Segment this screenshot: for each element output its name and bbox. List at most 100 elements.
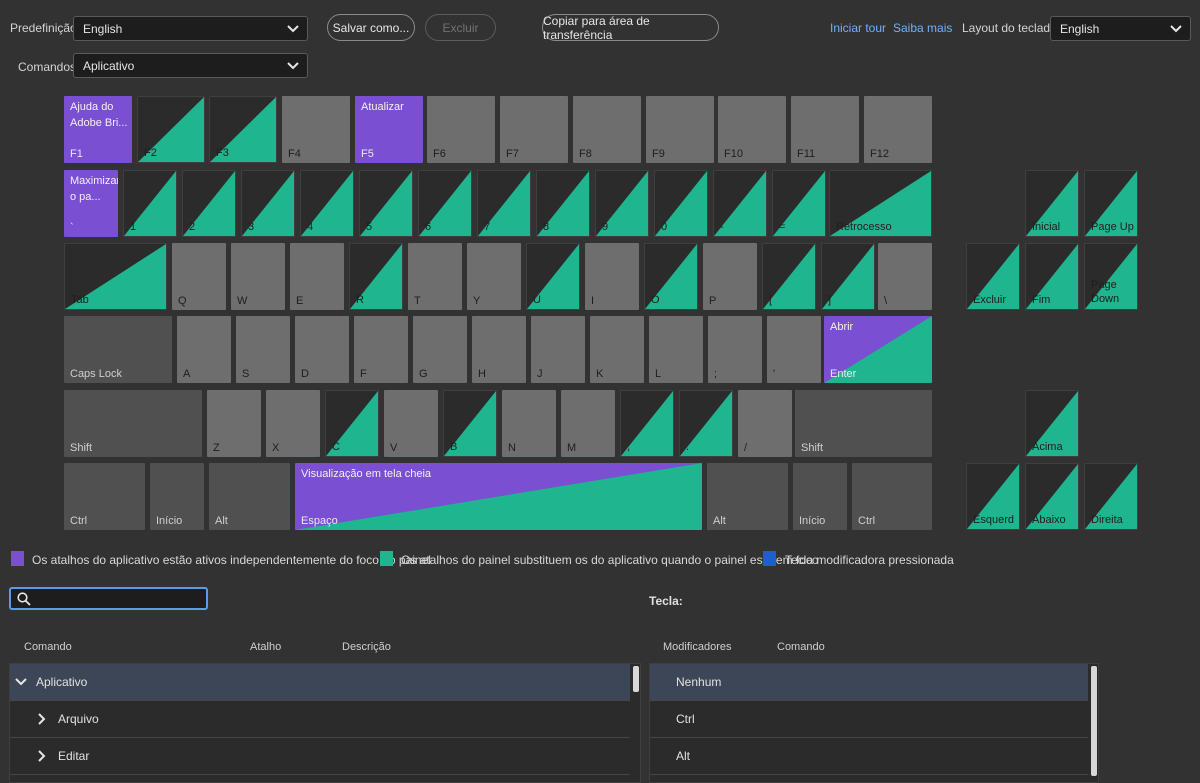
key-end[interactable]: Fim bbox=[1025, 243, 1079, 310]
key-delete[interactable]: Excluir bbox=[966, 243, 1020, 310]
key-f3[interactable]: F3 bbox=[209, 96, 277, 163]
key-win[interactable]: Início bbox=[150, 463, 204, 530]
key-capslock[interactable]: Caps Lock bbox=[64, 316, 172, 383]
start-tour-link[interactable]: Iniciar tour bbox=[830, 21, 886, 35]
key-right[interactable]: Direita bbox=[1084, 463, 1138, 530]
key-win-r[interactable]: Início bbox=[793, 463, 847, 530]
copy-to-clipboard-button[interactable]: Copiar para área de transferência bbox=[542, 14, 719, 42]
key-k[interactable]: K bbox=[590, 316, 644, 383]
key-f6[interactable]: F6 bbox=[427, 96, 495, 163]
key-h[interactable]: H bbox=[472, 316, 526, 383]
modifiers-scrollbar[interactable] bbox=[1091, 666, 1097, 776]
key-c[interactable]: C bbox=[325, 390, 379, 457]
key-alt-r[interactable]: Alt bbox=[707, 463, 788, 530]
modifier-row-none[interactable]: Nenhum bbox=[650, 664, 1088, 701]
key-f5[interactable]: Atualizar F5 bbox=[355, 96, 423, 163]
key-f4[interactable]: F4 bbox=[282, 96, 350, 163]
key-b[interactable]: B bbox=[443, 390, 497, 457]
key-backslash[interactable]: \ bbox=[878, 243, 932, 310]
key-g[interactable]: G bbox=[413, 316, 467, 383]
key-j[interactable]: J bbox=[531, 316, 585, 383]
key-o[interactable]: O bbox=[644, 243, 698, 310]
key-l[interactable]: L bbox=[649, 316, 703, 383]
column-header-modifier-command[interactable]: Comando bbox=[777, 641, 825, 653]
key-n9[interactable]: 9 bbox=[595, 170, 649, 237]
key-rbracket[interactable]: ] bbox=[821, 243, 875, 310]
key-tab[interactable]: Tab bbox=[64, 243, 167, 310]
key-f1[interactable]: Ajuda do Adobe Bri... F1 bbox=[64, 96, 132, 163]
key-a[interactable]: A bbox=[177, 316, 231, 383]
key-lbracket[interactable]: [ bbox=[762, 243, 816, 310]
key-pageup[interactable]: Page Up bbox=[1084, 170, 1138, 237]
commands-scrollbar[interactable] bbox=[633, 666, 639, 692]
key-u[interactable]: U bbox=[526, 243, 580, 310]
key-quote[interactable]: ' bbox=[767, 316, 821, 383]
key-w[interactable]: W bbox=[231, 243, 285, 310]
key-f11[interactable]: F11 bbox=[791, 96, 859, 163]
key-n7[interactable]: 7 bbox=[477, 170, 531, 237]
key-n1[interactable]: 1 bbox=[123, 170, 177, 237]
tree-row-file[interactable]: Arquivo bbox=[10, 701, 630, 738]
key-comma[interactable]: , bbox=[620, 390, 674, 457]
delete-button[interactable]: Excluir bbox=[425, 14, 496, 41]
key-m[interactable]: M bbox=[561, 390, 615, 457]
chevron-down-icon[interactable] bbox=[15, 678, 27, 686]
key-up[interactable]: Acima bbox=[1025, 390, 1079, 457]
key-v[interactable]: V bbox=[384, 390, 438, 457]
column-header-shortcut[interactable]: Atalho bbox=[250, 641, 281, 653]
key-s[interactable]: S bbox=[236, 316, 290, 383]
key-t[interactable]: T bbox=[408, 243, 462, 310]
modifier-row-alt[interactable]: Alt bbox=[650, 738, 1088, 775]
key-grave[interactable]: Maximizar o pa... ` bbox=[64, 170, 118, 237]
key-f12[interactable]: F12 bbox=[864, 96, 932, 163]
key-d[interactable]: D bbox=[295, 316, 349, 383]
key-space[interactable]: Visualização em tela cheia Espaço bbox=[295, 463, 702, 530]
key-n2[interactable]: 2 bbox=[182, 170, 236, 237]
key-ctrl[interactable]: Ctrl bbox=[64, 463, 145, 530]
search-input[interactable] bbox=[9, 587, 208, 610]
key-shift[interactable]: Shift bbox=[64, 390, 202, 457]
column-header-description[interactable]: Descrição bbox=[342, 641, 391, 653]
key-n3[interactable]: 3 bbox=[241, 170, 295, 237]
key-home-nav[interactable]: Inicial bbox=[1025, 170, 1079, 237]
tree-row-application[interactable]: Aplicativo bbox=[10, 664, 630, 701]
key-y[interactable]: Y bbox=[467, 243, 521, 310]
preset-select[interactable]: English bbox=[73, 16, 308, 41]
key-left[interactable]: Esquerd bbox=[966, 463, 1020, 530]
key-n5[interactable]: 5 bbox=[359, 170, 413, 237]
learn-more-link[interactable]: Saiba mais bbox=[893, 21, 952, 35]
key-n4[interactable]: 4 bbox=[300, 170, 354, 237]
key-f10[interactable]: F10 bbox=[718, 96, 786, 163]
key-e[interactable]: E bbox=[290, 243, 344, 310]
column-header-modifiers[interactable]: Modificadores bbox=[663, 641, 731, 653]
key-f9[interactable]: F9 bbox=[646, 96, 714, 163]
key-ctrl-r[interactable]: Ctrl bbox=[852, 463, 932, 530]
modifier-row-ctrl[interactable]: Ctrl bbox=[650, 701, 1088, 738]
search-text-field[interactable] bbox=[37, 590, 207, 610]
column-header-command[interactable]: Comando bbox=[24, 641, 72, 653]
commands-select[interactable]: Aplicativo bbox=[73, 53, 308, 78]
key-f[interactable]: F bbox=[354, 316, 408, 383]
save-as-button[interactable]: Salvar como... bbox=[327, 14, 415, 41]
key-f8[interactable]: F8 bbox=[573, 96, 641, 163]
key-alt[interactable]: Alt bbox=[209, 463, 290, 530]
key-n0[interactable]: 0 bbox=[654, 170, 708, 237]
chevron-right-icon[interactable] bbox=[38, 750, 46, 762]
key-r[interactable]: R bbox=[349, 243, 403, 310]
key-x[interactable]: X bbox=[266, 390, 320, 457]
key-n[interactable]: N bbox=[502, 390, 556, 457]
key-n6[interactable]: 6 bbox=[418, 170, 472, 237]
key-z[interactable]: Z bbox=[207, 390, 261, 457]
keyboard-layout-select[interactable]: English bbox=[1050, 16, 1191, 41]
key-backspace[interactable]: Retrocesso bbox=[829, 170, 932, 237]
key-q[interactable]: Q bbox=[172, 243, 226, 310]
key-p[interactable]: P bbox=[703, 243, 757, 310]
key-f2[interactable]: F2 bbox=[137, 96, 205, 163]
key-period[interactable]: . bbox=[679, 390, 733, 457]
key-enter[interactable]: Abrir Enter bbox=[824, 316, 932, 383]
key-n8[interactable]: 8 bbox=[536, 170, 590, 237]
key-pagedown[interactable]: Page Down bbox=[1084, 243, 1138, 310]
key-down[interactable]: Abaixo bbox=[1025, 463, 1079, 530]
key-equals[interactable]: = bbox=[772, 170, 826, 237]
key-f7[interactable]: F7 bbox=[500, 96, 568, 163]
